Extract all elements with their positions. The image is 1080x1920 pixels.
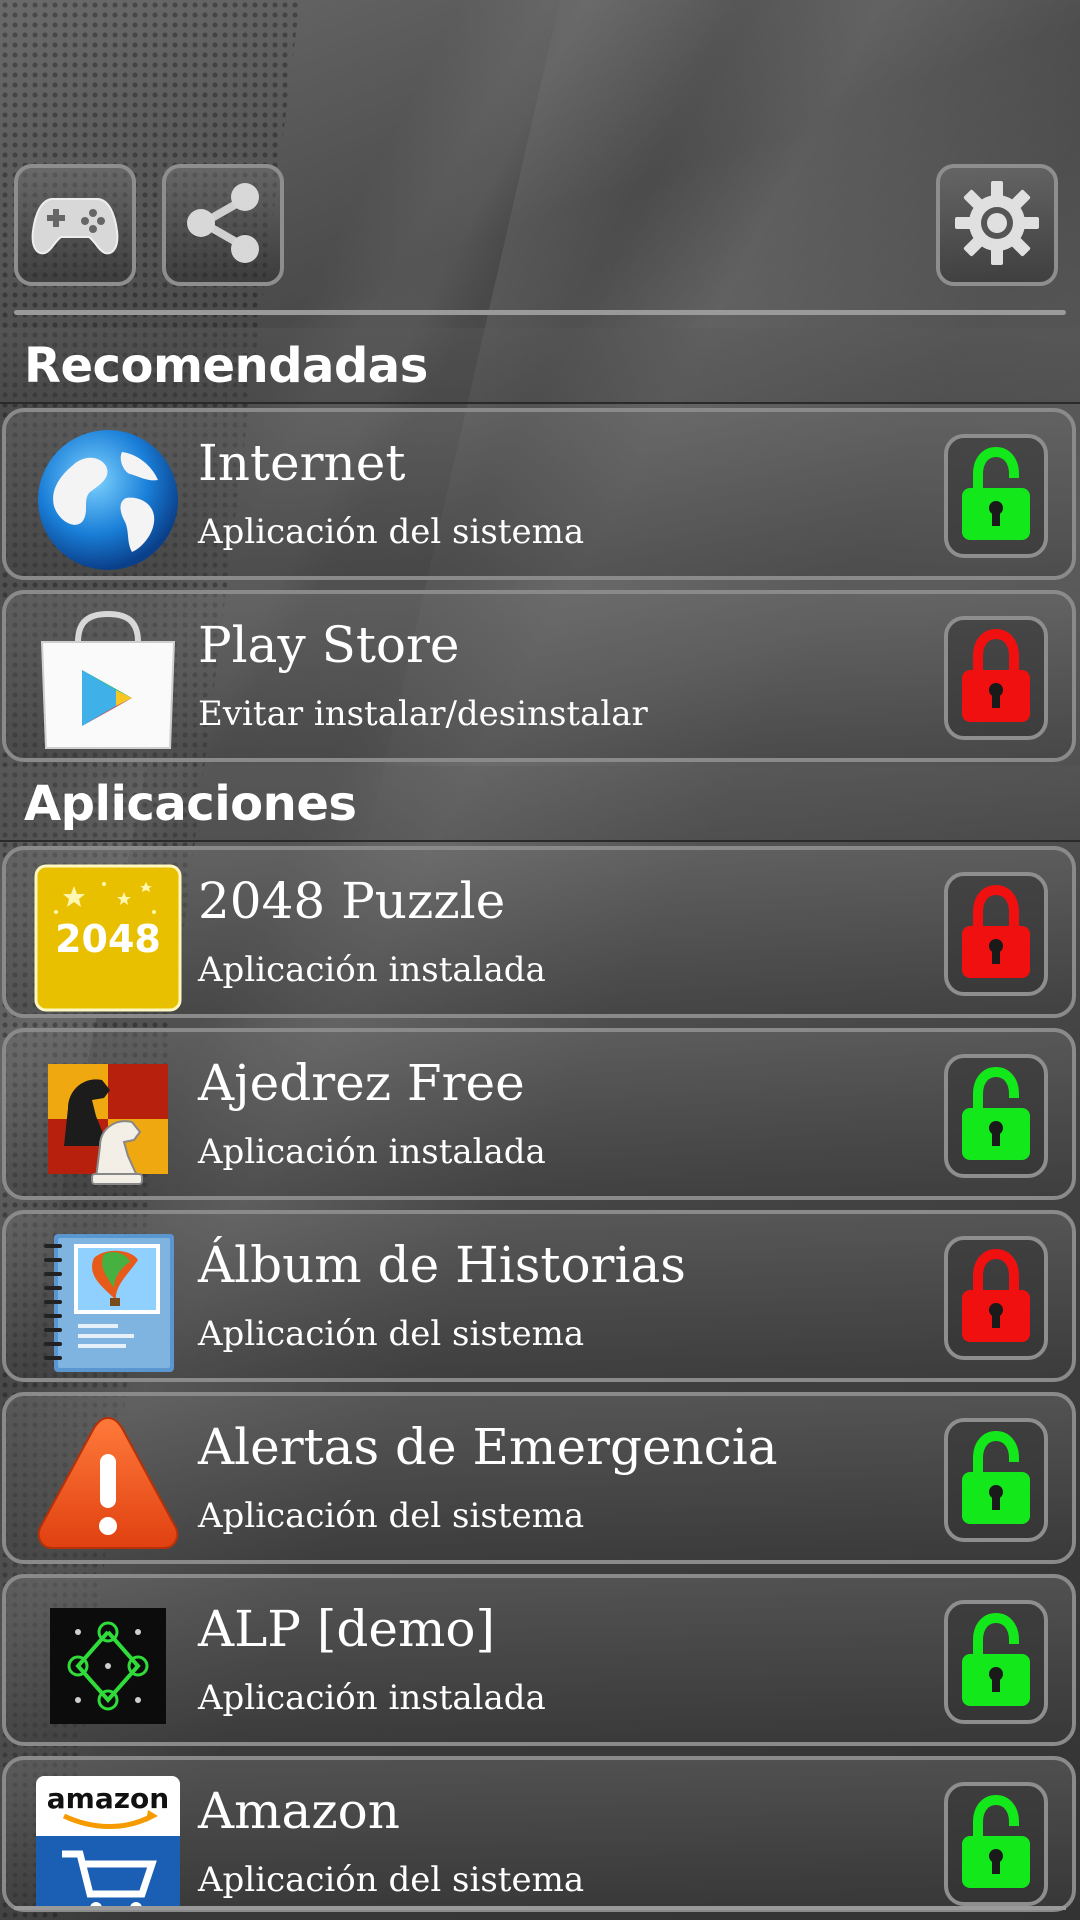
app-row-alp-demo[interactable]: ALP [demo] Aplicación instalada <box>2 1574 1076 1746</box>
gear-icon <box>949 175 1045 276</box>
app-row-ajedrez-free[interactable]: Ajedrez Free Aplicación instalada <box>2 1028 1076 1200</box>
section-header-recommended: Recomendadas <box>0 328 1080 404</box>
amazon-icon: amazon <box>34 1774 182 1908</box>
app-name: Play Store <box>198 616 460 674</box>
locked-padlock-icon <box>956 626 1036 731</box>
share-button[interactable] <box>162 164 284 286</box>
app-row-play-store[interactable]: Play Store Evitar instalar/desinstalar <box>2 590 1076 762</box>
bottom-divider <box>14 1906 1066 1910</box>
app-name: 2048 Puzzle <box>198 872 506 930</box>
lock-toggle-button[interactable] <box>944 616 1048 740</box>
app-subtitle: Aplicación instalada <box>198 1132 546 1172</box>
app-name: ALP [demo] <box>198 1600 495 1658</box>
play-store-icon <box>34 608 182 756</box>
app-subtitle: Aplicación del sistema <box>198 1860 585 1900</box>
2048-icon: 2048 <box>34 864 182 1012</box>
chess-icon <box>34 1046 182 1194</box>
app-subtitle: Aplicación del sistema <box>198 512 585 552</box>
unlocked-padlock-icon <box>956 1064 1036 1169</box>
app-row-alertas-de-emergencia[interactable]: Alertas de Emergencia Aplicación del sis… <box>2 1392 1076 1564</box>
app-name: Ajedrez Free <box>198 1054 525 1112</box>
toolbar <box>0 164 1080 294</box>
app-name: Álbum de Historias <box>198 1236 686 1294</box>
app-name: Internet <box>198 434 406 492</box>
unlocked-padlock-icon <box>956 1792 1036 1897</box>
app-subtitle: Aplicación del sistema <box>198 1496 585 1536</box>
section-header-apps: Aplicaciones <box>0 766 1080 842</box>
app-row-2048-puzzle[interactable]: 2048 2048 Puzzle Aplicación instalada <box>2 846 1076 1018</box>
lock-toggle-button[interactable] <box>944 1782 1048 1906</box>
app-subtitle: Aplicación instalada <box>198 1678 546 1718</box>
app-row-album-de-historias[interactable]: Álbum de Historias Aplicación del sistem… <box>2 1210 1076 1382</box>
lock-toggle-button[interactable] <box>944 1600 1048 1724</box>
app-subtitle: Aplicación del sistema <box>198 1314 585 1354</box>
app-row-amazon[interactable]: amazon Amazon Aplicación del sistema <box>2 1756 1076 1912</box>
unlocked-padlock-icon <box>956 1428 1036 1533</box>
games-button[interactable] <box>14 164 136 286</box>
toolbar-divider <box>14 310 1066 315</box>
lock-toggle-button[interactable] <box>944 434 1048 558</box>
lock-toggle-button[interactable] <box>944 1236 1048 1360</box>
globe-icon <box>34 426 182 574</box>
gamepad-icon <box>27 175 123 276</box>
share-icon <box>175 175 271 276</box>
locked-padlock-icon <box>956 1246 1036 1351</box>
app-name: Amazon <box>198 1782 400 1840</box>
lock-toggle-button[interactable] <box>944 1418 1048 1542</box>
app-subtitle: Aplicación instalada <box>198 950 546 990</box>
lock-toggle-button[interactable] <box>944 1054 1048 1178</box>
settings-button[interactable] <box>936 164 1058 286</box>
story-album-icon <box>34 1228 182 1376</box>
app-name: Alertas de Emergencia <box>198 1418 778 1476</box>
2048-icon-text: 2048 <box>55 917 161 961</box>
locked-padlock-icon <box>956 882 1036 987</box>
section-title: Recomendadas <box>24 338 428 394</box>
unlocked-padlock-icon <box>956 444 1036 549</box>
pattern-lock-icon <box>34 1592 182 1740</box>
warning-icon <box>34 1410 182 1558</box>
section-title: Aplicaciones <box>24 776 357 832</box>
app-subtitle: Evitar instalar/desinstalar <box>198 694 648 734</box>
unlocked-padlock-icon <box>956 1610 1036 1715</box>
app-row-internet[interactable]: Internet Aplicación del sistema <box>2 408 1076 580</box>
amazon-icon-text: amazon <box>47 1782 169 1815</box>
lock-toggle-button[interactable] <box>944 872 1048 996</box>
